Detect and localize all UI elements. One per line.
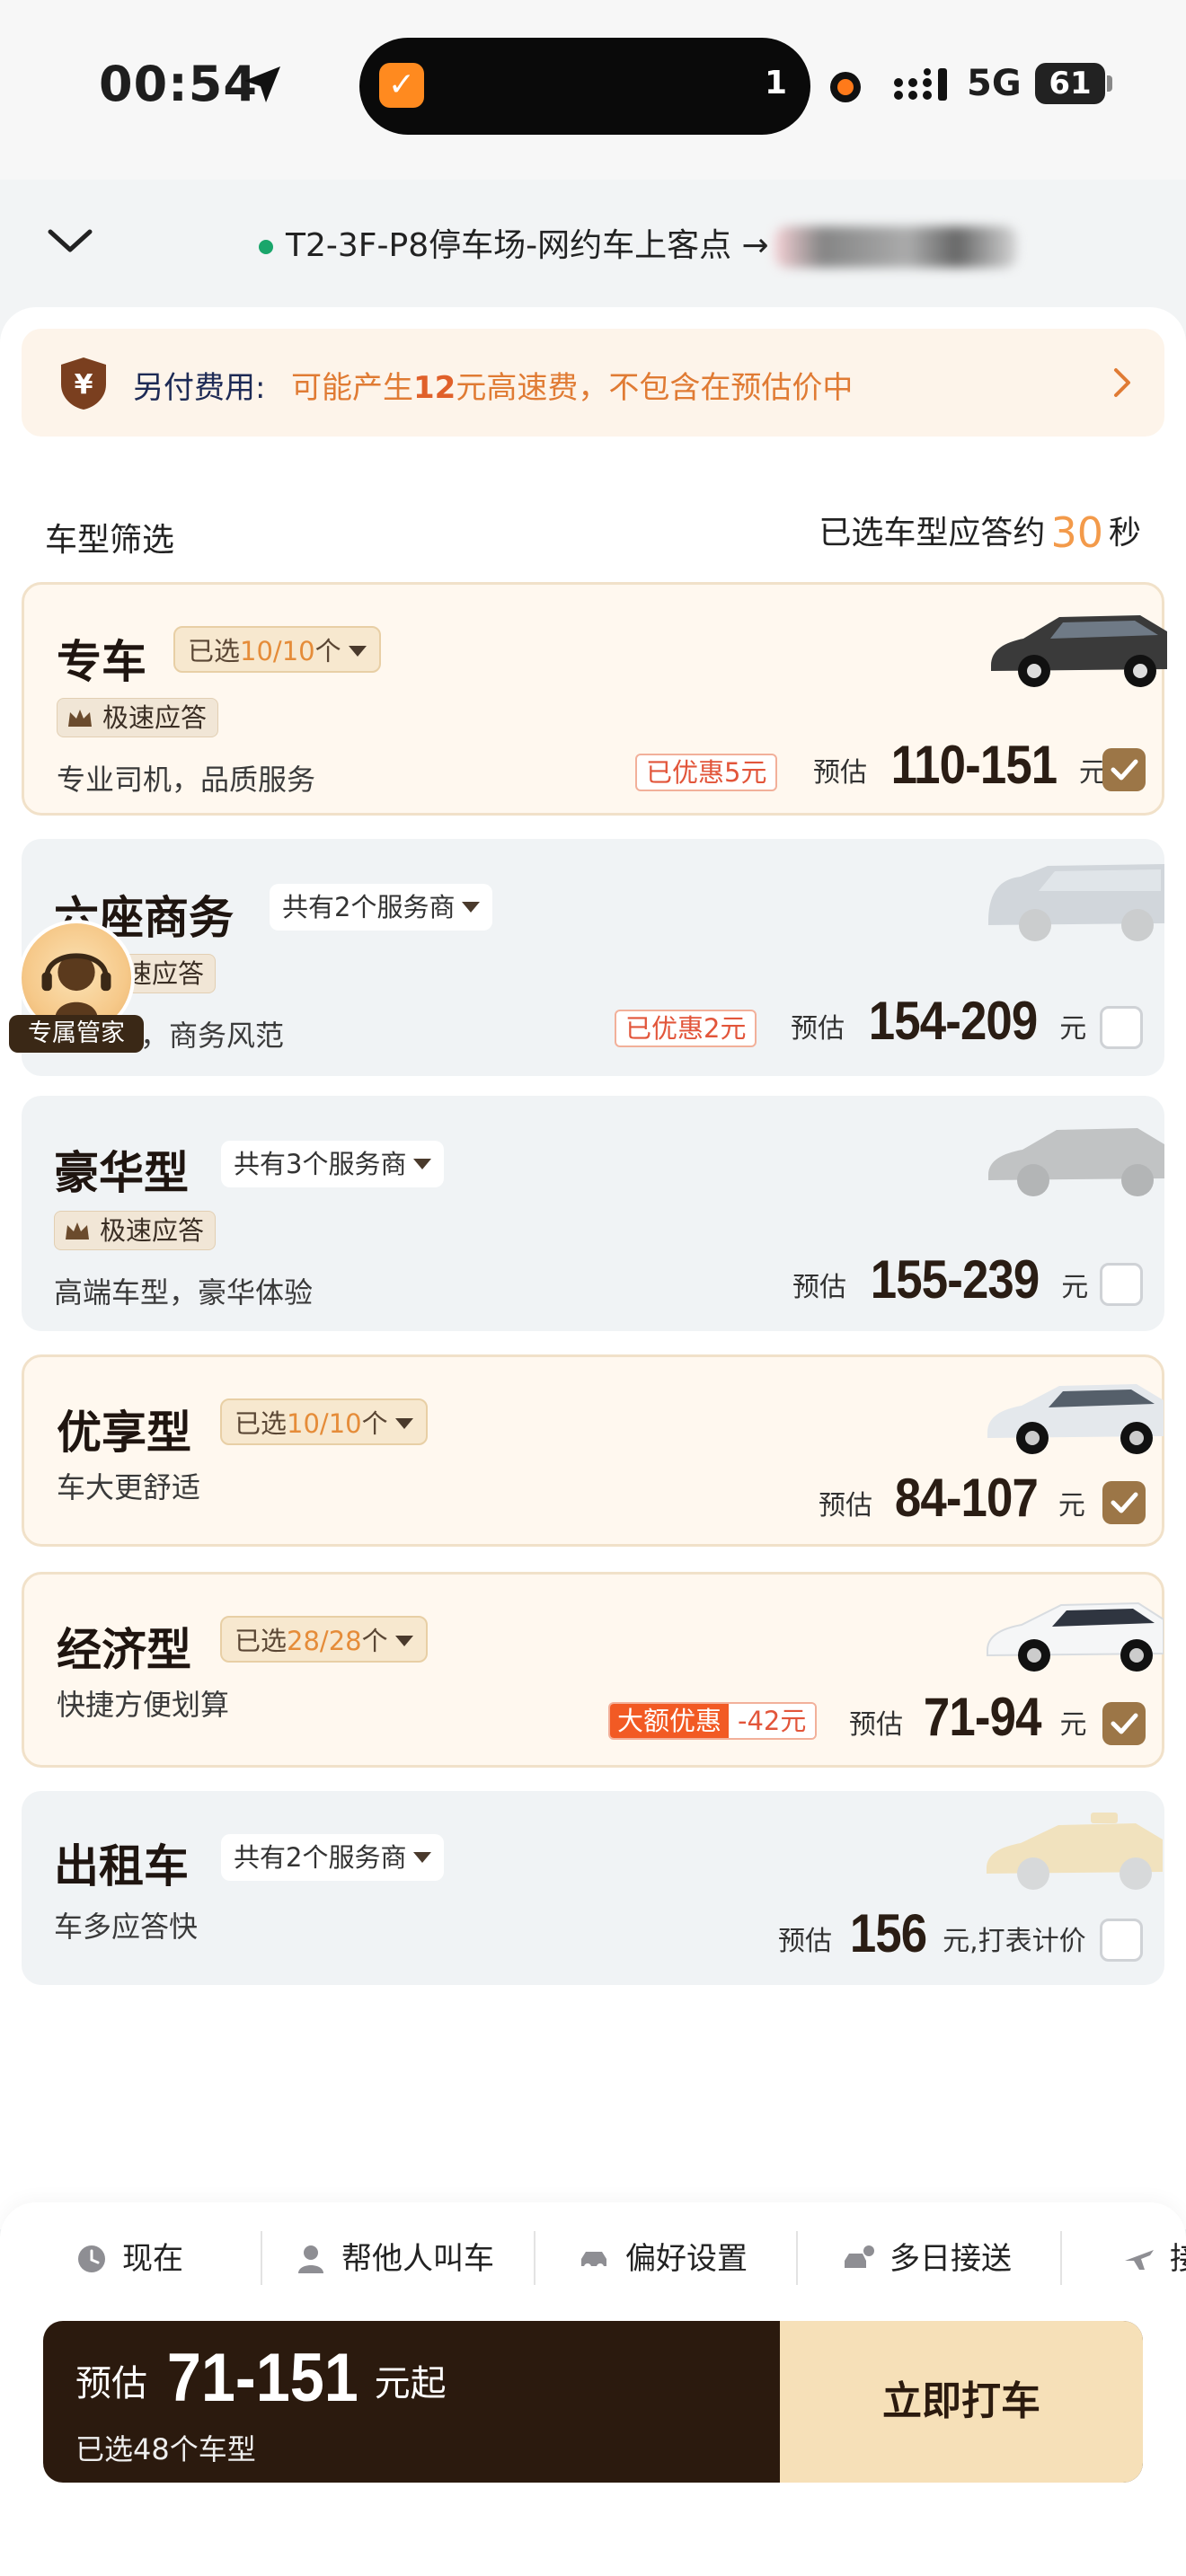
discount-tag: 已优惠5元 (635, 754, 778, 791)
option-multi-day[interactable]: 多日接送 (843, 2228, 1012, 2290)
car-icon (987, 1813, 1163, 1890)
option-call-for-others[interactable]: 帮他人叫车 (295, 2228, 494, 2290)
fast-response-badge: 极速应答 (54, 1211, 217, 1250)
person-icon (298, 2245, 323, 2273)
provider-selector[interactable]: 已选10/10个 (173, 626, 381, 673)
destination-redacted (774, 226, 1017, 268)
option-preferences[interactable]: 偏好设置 (579, 2228, 748, 2290)
car-checkbox[interactable] (1102, 748, 1146, 791)
chevron-down-icon[interactable] (45, 216, 95, 266)
car-description: 高端车型，豪华体验 (54, 1275, 314, 1310)
price-estimate: 预估 155-239 元 (792, 1249, 1089, 1310)
car-checkbox[interactable] (1100, 1006, 1143, 1049)
divider (1060, 2231, 1062, 2285)
car-icon (988, 864, 1164, 941)
provider-selector[interactable]: 已选10/10个 (220, 1398, 428, 1445)
car-card-luxury[interactable]: 豪华型 共有3个服务商 极速应答 高端车型，豪华体验 预估 155-239 元 (22, 1096, 1164, 1331)
car-checkbox[interactable] (1100, 1263, 1143, 1306)
extra-fee-notice[interactable]: ¥ 另付费用: 可能产生12元高速费，不包含在预估价中 (22, 329, 1164, 437)
provider-selector[interactable]: 共有3个服务商 (221, 1141, 445, 1187)
car-card-premium[interactable]: 优享型 已选10/10个 车大更舒适 预估 84-107 元 (22, 1354, 1164, 1547)
route-summary[interactable]: T2-3F-P8停车场-网约车上客点 → (259, 219, 1017, 268)
car-icon (987, 1601, 1164, 1672)
provider-selector[interactable]: 共有2个服务商 (221, 1834, 445, 1881)
status-bar: 00:54 ✓ 1 5G 61 (0, 0, 1186, 180)
car-name: 豪华型 (54, 1147, 189, 1199)
plane-icon (1125, 2250, 1154, 2270)
caret-down-icon (413, 1852, 432, 1863)
car-description: 专业司机，品质服务 (57, 763, 316, 797)
car-checkbox[interactable] (1100, 1919, 1143, 1962)
check-app-icon: ✓ (379, 63, 424, 108)
price-estimate: 预估 154-209 元 (791, 991, 1087, 1051)
car-description: 车大更舒适 (57, 1470, 201, 1504)
svg-text:¥: ¥ (75, 369, 93, 401)
price-estimate: 预估 110-151 元 (813, 735, 1106, 795)
dynamic-island[interactable]: ✓ 1 (359, 38, 810, 135)
car-name: 出租车 (54, 1840, 189, 1892)
car-card-economy[interactable]: 经济型 已选28/28个 快捷方便划算 大额优惠 -42元 预估 71-94 元 (22, 1572, 1164, 1768)
car-card-zhuanche[interactable]: 专车 已选10/10个 极速应答 专业司机，品质服务 已优惠5元 预估 110-1… (22, 582, 1167, 816)
car-description: 车多应答快 (54, 1910, 199, 1944)
caret-down-icon (462, 902, 481, 913)
caret-down-icon (348, 646, 367, 657)
location-arrow-icon (244, 66, 280, 102)
notice-message: 可能产生12元高速费，不包含在预估价中 (291, 370, 854, 406)
filter-title: 车型筛选 (45, 522, 175, 559)
car-card-six-seat[interactable]: 六座商务 共有2个服务商 极速应答 大空间，商务风范 已优惠2元 预估 154-2… (22, 839, 1164, 1076)
recording-indicator (830, 72, 861, 102)
car-checkbox[interactable] (1102, 1481, 1146, 1524)
car-card-taxi[interactable]: 出租车 共有2个服务商 车多应答快 预估 156 元,打表计价 (22, 1791, 1164, 1985)
clock-icon (78, 2245, 105, 2272)
car-icon (987, 1384, 1164, 1454)
battery-indicator: 61 (1035, 63, 1112, 104)
selected-count: 已选48个车型 (75, 2432, 256, 2466)
car-checkbox[interactable] (1102, 1702, 1146, 1745)
crown-icon (68, 710, 92, 727)
car-icon (988, 1128, 1164, 1196)
multi-day-icon (845, 2245, 874, 2268)
provider-selector[interactable]: 共有2个服务商 (270, 884, 493, 931)
car-description: 快捷方便划算 (57, 1688, 230, 1722)
order-bar: 预估 71-151 元起 已选48个车型 立即打车 (43, 2321, 1143, 2483)
car-name: 专车 (57, 636, 146, 688)
yuan-shield-icon: ¥ (61, 357, 106, 410)
price-estimate: 预估 156 元,打表计价 (778, 1903, 1086, 1963)
divider (796, 2231, 798, 2285)
divider (534, 2231, 535, 2285)
route-text: T2-3F-P8停车场-网约车上客点 → (286, 227, 769, 264)
price-estimate: 预估 71-94 元 (849, 1687, 1087, 1747)
chevron-right-icon (1114, 368, 1130, 397)
signal-icon (894, 68, 947, 101)
response-time: 已选车型应答约 30 秒 (819, 508, 1141, 557)
divider (261, 2231, 262, 2285)
discount-tag: 已优惠2元 (615, 1010, 757, 1047)
caret-down-icon (413, 1159, 432, 1169)
island-count: 1 (764, 65, 787, 101)
ride-options: 现在 帮他人叫车 偏好设置 多日接送 接 (0, 2228, 1186, 2290)
car-settings-icon (581, 2252, 606, 2271)
caret-down-icon (394, 1418, 413, 1429)
notice-label: 另付费用: (133, 370, 266, 406)
network-type: 5G (967, 63, 1022, 104)
provider-selector[interactable]: 已选28/28个 (220, 1616, 428, 1663)
big-discount-tag: 大额优惠 -42元 (608, 1702, 818, 1740)
caret-down-icon (394, 1636, 413, 1646)
call-car-button[interactable]: 立即打车 (780, 2321, 1143, 2483)
price-estimate: 预估 84-107 元 (819, 1468, 1085, 1528)
origin-dot (259, 240, 273, 254)
option-airport[interactable]: 接 (1123, 2228, 1186, 2290)
fast-response-badge: 极速应答 (57, 698, 219, 737)
total-estimate: 预估 71-151 元起 (75, 2340, 447, 2416)
car-icon (991, 615, 1167, 687)
status-time: 00:54 (99, 56, 258, 112)
personal-manager-button[interactable]: 专属管家 (9, 920, 144, 1054)
car-name: 经济型 (57, 1624, 191, 1676)
option-now[interactable]: 现在 (75, 2228, 183, 2290)
personal-manager-label: 专属管家 (9, 1015, 144, 1053)
crown-icon (66, 1222, 89, 1239)
car-name: 优享型 (57, 1407, 191, 1459)
